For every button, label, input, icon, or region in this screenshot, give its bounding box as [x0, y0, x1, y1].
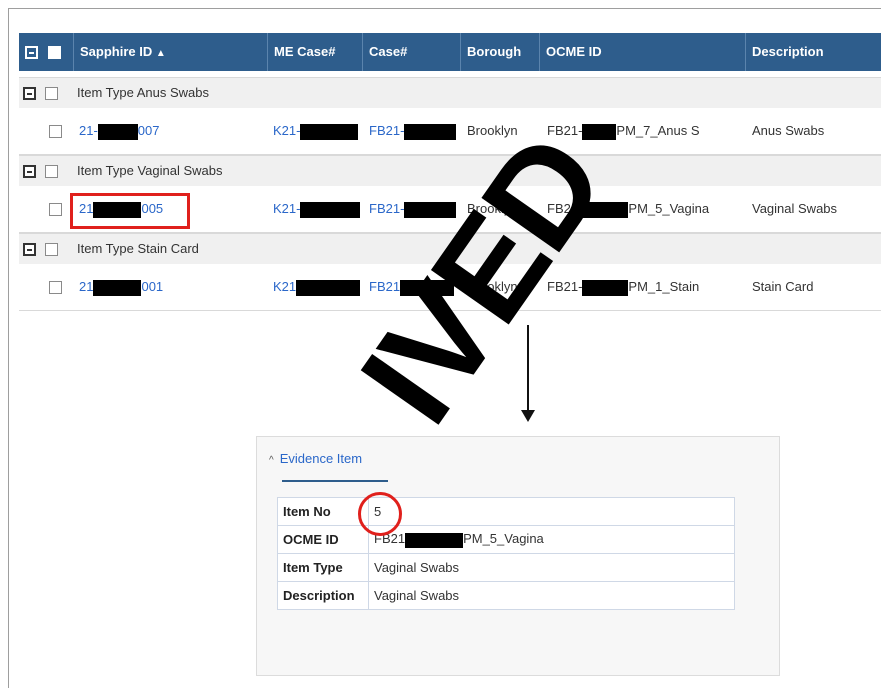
row-checkbox-cell: [49, 264, 62, 310]
collapse-group-icon[interactable]: [23, 165, 36, 179]
field-label: OCME ID: [277, 525, 369, 554]
id-prefix: 21: [79, 279, 94, 294]
chevron-up-icon[interactable]: ^: [269, 455, 274, 466]
redaction: [582, 279, 629, 296]
group-label: Item Type Anus Swabs: [77, 85, 209, 100]
ocme-suffix: PM_7_Anus S: [616, 123, 700, 138]
panel-header[interactable]: ^ Evidence Item: [269, 451, 362, 466]
id-suffix: 001: [141, 279, 164, 294]
group-checkbox[interactable]: [44, 243, 58, 257]
redaction: [300, 123, 359, 140]
field-label: Description: [277, 581, 369, 610]
panel-title: Evidence Item: [279, 451, 363, 466]
collapse-all-icon[interactable]: [25, 46, 38, 60]
description-value: Vaginal Swabs: [368, 581, 735, 610]
column-label: Borough: [467, 44, 522, 59]
redaction: [582, 123, 617, 140]
column-label: OCME ID: [546, 44, 602, 59]
id-prefix: 21-: [79, 123, 98, 138]
group-controls: [23, 234, 58, 264]
redaction: [93, 279, 142, 296]
field-label: Item Type: [277, 553, 369, 582]
row-checkbox[interactable]: [49, 281, 62, 295]
detail-row: OCME ID FB21 PM_5_Vagina: [277, 525, 735, 554]
column-label: Description: [752, 44, 824, 59]
redaction: [296, 279, 361, 296]
collapse-group-icon[interactable]: [23, 243, 36, 257]
me-case-prefix: K21-: [273, 201, 301, 216]
detail-row: Description Vaginal Swabs: [277, 581, 735, 610]
tab-underline: [282, 480, 388, 482]
redaction: [97, 123, 138, 140]
ocme-id-value: FB21 PM_5_Vagina: [368, 525, 735, 554]
header-controls: [19, 33, 74, 71]
table-row: 21- 007 K21- FB21- Brooklyn FB21- PM_7_Anu…: [19, 108, 881, 155]
table-header: Sapphire ID ▲ ME Case# Case# Borough OCM…: [19, 33, 881, 71]
field-label: Item No: [277, 497, 369, 526]
evidence-item-panel: ^ Evidence Item Item No 5 OCME ID FB21 PM_…: [256, 436, 780, 676]
select-all-checkbox[interactable]: [47, 46, 61, 60]
description-cell: Vaginal Swabs: [752, 201, 838, 216]
group-row: Item Type Anus Swabs: [19, 77, 881, 108]
redaction: [404, 123, 457, 140]
sort-asc-icon: ▲: [155, 48, 166, 59]
collapse-group-icon[interactable]: [23, 87, 36, 101]
column-ocme-id[interactable]: OCME ID: [540, 33, 746, 71]
column-sapphire-id[interactable]: Sapphire ID ▲: [74, 33, 268, 71]
group-label: Item Type Vaginal Swabs: [77, 163, 223, 178]
ocme-prefix: FB21-: [547, 123, 583, 138]
group-checkbox[interactable]: [44, 165, 58, 179]
case-prefix: FB21-: [369, 123, 405, 138]
row-checkbox[interactable]: [49, 125, 62, 139]
case-prefix: FB21-: [369, 201, 405, 216]
column-borough[interactable]: Borough: [461, 33, 540, 71]
ocme-suffix: PM_1_Stain: [628, 279, 700, 294]
item-no-value: 5: [368, 497, 735, 526]
column-case[interactable]: Case#: [363, 33, 461, 71]
row-checkbox-cell: [49, 108, 62, 154]
me-case-link[interactable]: K21-: [273, 108, 359, 154]
me-case-link[interactable]: K21-: [273, 186, 361, 232]
row-checkbox[interactable]: [49, 203, 62, 217]
redaction: [300, 201, 361, 218]
highlight-circle: [358, 492, 402, 536]
detail-row: Item No 5: [277, 497, 735, 526]
ocme-suffix: PM_5_Vagina: [628, 201, 710, 216]
column-me-case[interactable]: ME Case#: [268, 33, 363, 71]
me-case-prefix: K21: [273, 279, 297, 294]
column-label: Case#: [369, 44, 408, 59]
me-case-link[interactable]: K21: [273, 264, 361, 310]
group-controls: [23, 78, 58, 108]
row-checkbox-cell: [49, 186, 62, 232]
item-type-value: Vaginal Swabs: [368, 553, 735, 582]
sapphire-id-link[interactable]: 21- 007: [79, 108, 160, 154]
me-case-prefix: K21-: [273, 123, 301, 138]
group-label: Item Type Stain Card: [77, 241, 199, 256]
sapphire-id-link[interactable]: 21 001: [79, 264, 163, 310]
description-cell: Stain Card: [752, 279, 814, 294]
group-row: Item Type Vaginal Swabs: [19, 155, 881, 186]
redaction: [405, 532, 464, 548]
evidence-detail-table: Item No 5 OCME ID FB21 PM_5_Vagina Item T…: [277, 497, 735, 610]
detail-row: Item Type Vaginal Swabs: [277, 553, 735, 582]
highlight-box: [70, 193, 190, 229]
group-checkbox[interactable]: [44, 87, 58, 101]
arrow-down-icon: [521, 410, 535, 422]
column-description[interactable]: Description: [746, 33, 881, 71]
id-suffix: 007: [137, 123, 160, 138]
description-cell: Anus Swabs: [752, 123, 825, 138]
ocme-id-cell: FB21- PM_7_Anus S: [547, 108, 700, 154]
case-link[interactable]: FB21-: [369, 108, 457, 154]
column-label: ME Case#: [274, 44, 336, 59]
group-controls: [23, 156, 58, 186]
column-label: Sapphire ID: [80, 44, 153, 59]
ocme-suffix: PM_5_Vagina: [463, 531, 544, 547]
